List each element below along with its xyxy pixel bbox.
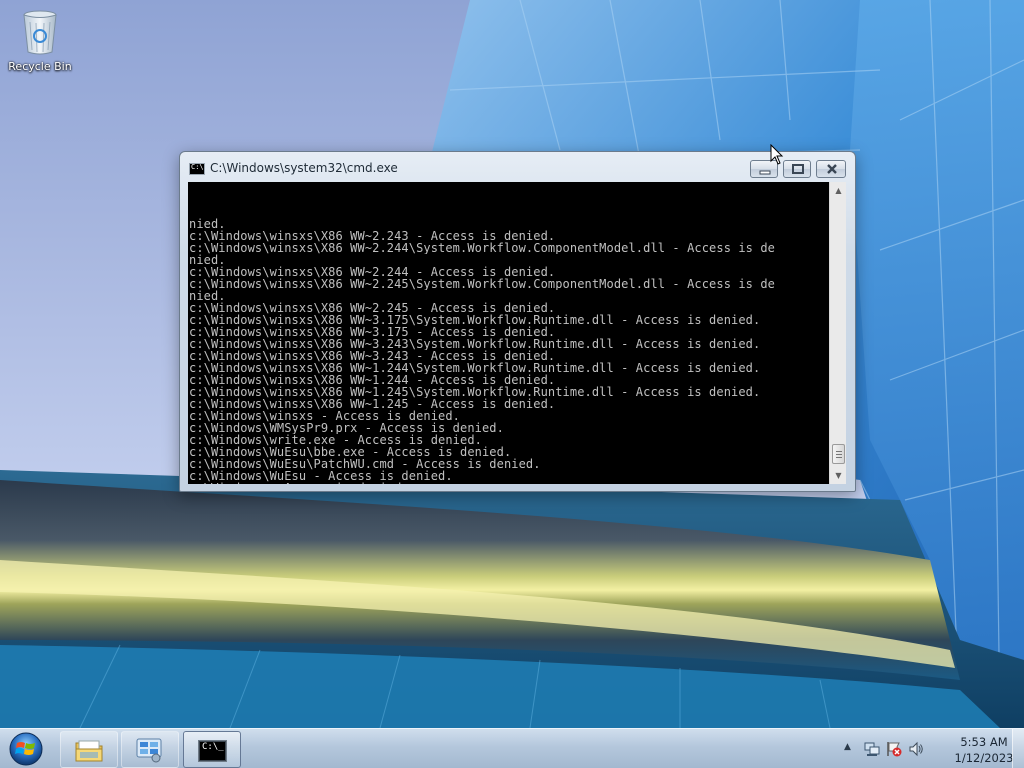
console-line: c:\Windows\WuEsu\bbe.exe - Access is den… — [189, 446, 512, 458]
taskbar-command-prompt[interactable]: C:\_ — [183, 731, 241, 768]
command-prompt-icon: C:\ — [189, 163, 205, 175]
console-line: c:\Windows\winsxs\X86_WW~2.244\System.Wo… — [189, 242, 775, 254]
console-line: c:\Windows\winsxs - Access is denied. — [189, 410, 461, 422]
console-line: c:\Windows\winsxs\X86_WW~1.245 - Access … — [189, 398, 556, 410]
command-prompt-icon: C:\_ — [198, 740, 227, 762]
desktop: Recycle Bin C:\ C:\Windows\system32\cmd.… — [0, 0, 1024, 728]
show-hidden-icons-icon[interactable]: ▲ — [844, 742, 851, 752]
close-icon — [827, 164, 837, 174]
maximize-icon — [792, 164, 804, 174]
scroll-down-arrow-icon[interactable]: ▼ — [830, 467, 847, 484]
close-button[interactable] — [816, 160, 846, 178]
start-button[interactable] — [6, 731, 46, 767]
clock[interactable]: 5:53 AM 1/12/2023 — [950, 734, 1018, 766]
action-center-icon[interactable] — [886, 741, 902, 757]
control-panel-icon — [136, 738, 162, 763]
clock-time: 5:53 AM — [960, 735, 1008, 749]
scrollbar-thumb[interactable] — [832, 444, 845, 464]
notification-area: ▲ 5:53 AM 1/12/2023 — [834, 729, 1024, 768]
console-line: c:\Windows\winsxs\X86_WW~3.243 - Access … — [189, 350, 556, 362]
maximize-button[interactable] — [783, 160, 811, 178]
recycle-bin-label: Recycle Bin — [8, 60, 72, 73]
console-line: c:\Windows\winsxs\X86_WW~2.243 - Access … — [189, 230, 556, 242]
volume-icon[interactable] — [908, 741, 924, 757]
network-icon[interactable] — [864, 741, 880, 757]
console-line: c:\Windows\WMSysPr9.prx - Access is deni… — [189, 422, 504, 434]
console-line: c:\Windows\WuEsu - Access is denied. — [189, 470, 453, 482]
window-title: C:\Windows\system32\cmd.exe — [210, 161, 398, 175]
console-line: c:\Windows\winsxs\X86_WW~2.245\System.Wo… — [189, 278, 775, 290]
recycle-bin-shortcut[interactable]: Recycle Bin — [6, 6, 74, 78]
windows-start-icon — [9, 732, 43, 766]
console-line: nied. — [189, 290, 226, 302]
taskbar-control-panel[interactable] — [121, 731, 179, 768]
console-line: c:\Windows\winsxs\X86_WW~3.175 - Access … — [189, 326, 556, 338]
console-line: c:\Windows\winsxs\X86_WW~2.244 - Access … — [189, 266, 556, 278]
folder-icon — [75, 740, 103, 762]
console-line: c:\Windows\winsxs\X86_WW~3.243\System.Wo… — [189, 338, 761, 350]
show-desktop-button[interactable] — [1012, 729, 1024, 768]
console-line: c:\Windows\write.exe - Access is denied. — [189, 434, 482, 446]
console-scrollbar[interactable]: ▲ ▼ — [829, 182, 846, 484]
window-titlebar[interactable]: C:\ C:\Windows\system32\cmd.exe — [180, 152, 855, 182]
console-line: c:\Windows\WuEsu\PatchWU.cmd - Access is… — [189, 458, 541, 470]
scroll-up-arrow-icon[interactable]: ▲ — [830, 182, 847, 199]
console-line: c:\Windows\winsxs\X86_WW~2.245 - Access … — [189, 302, 556, 314]
console-line: c:\Windows\winsxs\X86_WW~1.245\System.Wo… — [189, 386, 761, 398]
taskbar-windows-explorer[interactable] — [60, 731, 118, 768]
console-line: c:\Windows - Access is denied. — [189, 482, 829, 484]
console-text: nied. c:\Windows\winsxs\X86_WW~2.243 - Ac… — [189, 182, 829, 484]
console-output[interactable]: nied. c:\Windows\winsxs\X86_WW~2.243 - Ac… — [188, 182, 829, 484]
command-prompt-window[interactable]: C:\ C:\Windows\system32\cmd.exe nied. c:\… — [179, 151, 856, 492]
console-line: c:\Windows\winsxs\X86_WW~1.244\System.Wo… — [189, 362, 761, 374]
console-line: nied. — [189, 254, 226, 266]
taskbar: C:\_ ▲ 5:53 AM 1/12/2023 — [0, 728, 1024, 768]
mouse-pointer-icon — [770, 144, 784, 165]
console-line: c:\Windows\winsxs\X86_WW~3.175\System.Wo… — [189, 314, 761, 326]
clock-date: 1/12/2023 — [954, 751, 1014, 765]
console-line: c:\Windows\winsxs\X86_WW~1.244 - Access … — [189, 374, 556, 386]
recycle-bin-icon — [23, 10, 57, 55]
console-line: nied. — [189, 218, 226, 230]
